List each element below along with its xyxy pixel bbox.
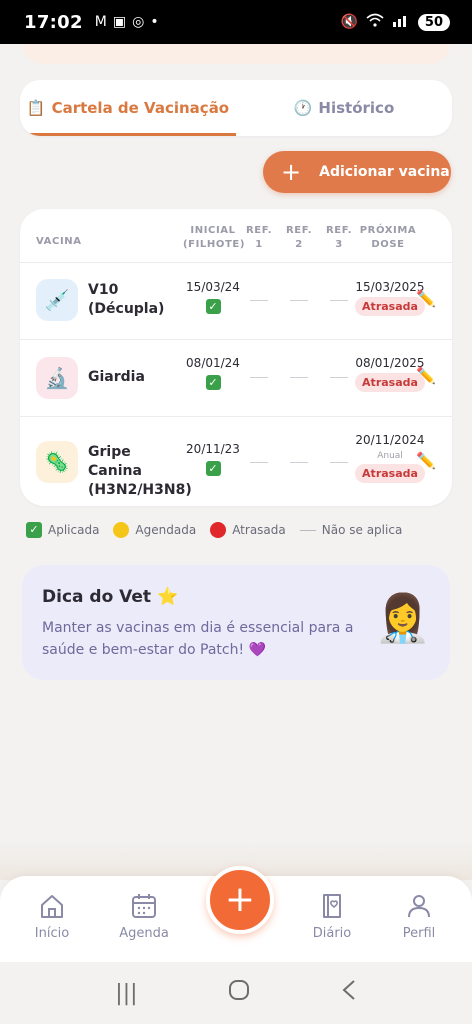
nav-agenda[interactable]: Agenda [109,892,179,941]
vaccine-table: VACINA INICIAL (FILHOTE) REF. 1 REF. 2 REF.… [20,209,452,506]
tab-bar: 📋 Cartela de Vacinação 🕐 Histórico [20,80,452,136]
legend-scheduled: Agendada [113,522,196,538]
initial-dose: 15/03/24 ✓ [186,280,240,314]
legend-not-applicable: Não se aplica [299,523,402,537]
tab-vaccination-card[interactable]: 📋 Cartela de Vacinação [20,80,236,136]
status-bar: 17:02 M ▣ ◎ • 🔇 50 [0,0,472,44]
header-vaccine: VACINA [36,236,82,247]
whatsapp-icon: ◎ [132,14,145,30]
add-vaccine-button[interactable]: + Adicionar vacina [263,151,451,193]
vaccine-name: Giardia [88,369,145,385]
dash-icon [290,300,308,301]
status-badge: Atrasada [355,297,425,316]
doctor-avatar-icon: 👩‍⚕️ [374,591,432,645]
status-badge: Atrasada [355,464,425,483]
battery-level: 50 [417,13,450,31]
recent-apps-icon[interactable]: ||| [115,981,137,1006]
wifi-icon [366,13,384,31]
legend-late: Atrasada [210,522,286,538]
dash-icon [250,300,268,301]
dash-icon [299,529,316,531]
check-icon: ✓ [205,461,221,476]
nav-profile[interactable]: Perfil [384,892,454,941]
header-ref2: REF. 2 [286,225,313,250]
dash-icon [330,300,348,301]
signal-icon [392,13,410,31]
status-time: 17:02 [24,11,83,33]
header-ref3: REF. 3 [326,225,353,250]
microscope-icon: 🔬 [36,357,78,399]
tip-text: Manter as vacinas em dia é essencial par… [42,620,354,658]
header-ref1: REF. 1 [246,225,273,250]
mute-icon: 🔇 [340,14,358,30]
more-dot-icon: • [150,14,159,30]
home-circle-icon[interactable] [228,979,250,1007]
dash-icon [290,462,308,463]
dash-icon [250,377,268,378]
status-badge: Atrasada [355,373,425,392]
vet-tip-card: Dica do Vet ⭐ Manter as vacinas em dia é… [22,565,450,680]
nav-home[interactable]: Início [17,892,87,941]
gmail-icon: M [94,14,107,30]
check-icon: ✓ [205,299,221,314]
header-initial: INICIAL (FILHOTE) [183,225,245,250]
initial-dose: 08/01/24 ✓ [186,356,240,390]
initial-dose: 20/11/23 ✓ [186,442,240,476]
home-icon [41,895,63,918]
back-icon[interactable] [341,979,357,1007]
system-icons: 🔇 50 [340,13,450,31]
edit-pencil-icon[interactable]: ✏️ [416,451,436,470]
screenshot-icon: ▣ [112,14,127,30]
table-row[interactable]: 🔬 Giardia 08/01/24 ✓ 08/01/2025 Atrasada… [20,340,452,416]
clock-icon: 🕐 [293,99,313,117]
tab-label: Histórico [318,99,395,117]
check-icon: ✓ [26,522,42,538]
tab-history[interactable]: 🕐 Histórico [236,80,452,136]
tab-label: Cartela de Vacinação [51,99,230,117]
plus-icon: + [224,879,256,920]
plus-icon: + [281,158,302,186]
edit-pencil-icon[interactable]: ✏️ [416,366,436,385]
notification-icons: M ▣ ◎ • [95,14,159,30]
table-row[interactable]: 🦠 Gripe Canina (H3N2/H3N8) 20/11/23 ✓ 20… [20,417,452,506]
add-vaccine-label: Adicionar vacina [319,164,450,180]
dash-icon [250,462,268,463]
edit-pencil-icon[interactable]: ✏️ [416,289,436,308]
red-circle-icon [210,522,227,538]
calendar-icon [132,894,156,918]
system-navigation: ||| [0,962,472,1024]
legend-applied: ✓ Aplicada [26,522,99,538]
tip-title: Dica do Vet ⭐ [42,587,179,607]
microbe-icon: 🦠 [36,441,78,483]
add-fab-button[interactable]: + [206,866,274,934]
table-row[interactable]: 💉 V10 (Décupla) 15/03/24 ✓ 15/03/2025 At… [20,263,452,339]
dash-icon [330,462,348,463]
dash-icon [330,377,348,378]
vaccine-name: Gripe Canina (H3N2/H3N8) [88,444,192,498]
status-legend: ✓ Aplicada Agendada Atrasada Não se apli… [26,522,446,538]
yellow-circle-icon [113,522,130,538]
diary-icon [323,894,341,918]
syringe-icon: 💉 [36,279,78,321]
check-icon: ✓ [205,375,221,390]
vaccine-name: V10 (Décupla) [88,282,165,317]
nav-diary[interactable]: Diário [297,892,367,941]
dash-icon [290,377,308,378]
profile-card-bottom [22,44,450,64]
clipboard-icon: 📋 [26,99,46,117]
header-next-dose: PRÓXIMA DOSE [359,225,417,250]
user-icon [408,895,430,918]
